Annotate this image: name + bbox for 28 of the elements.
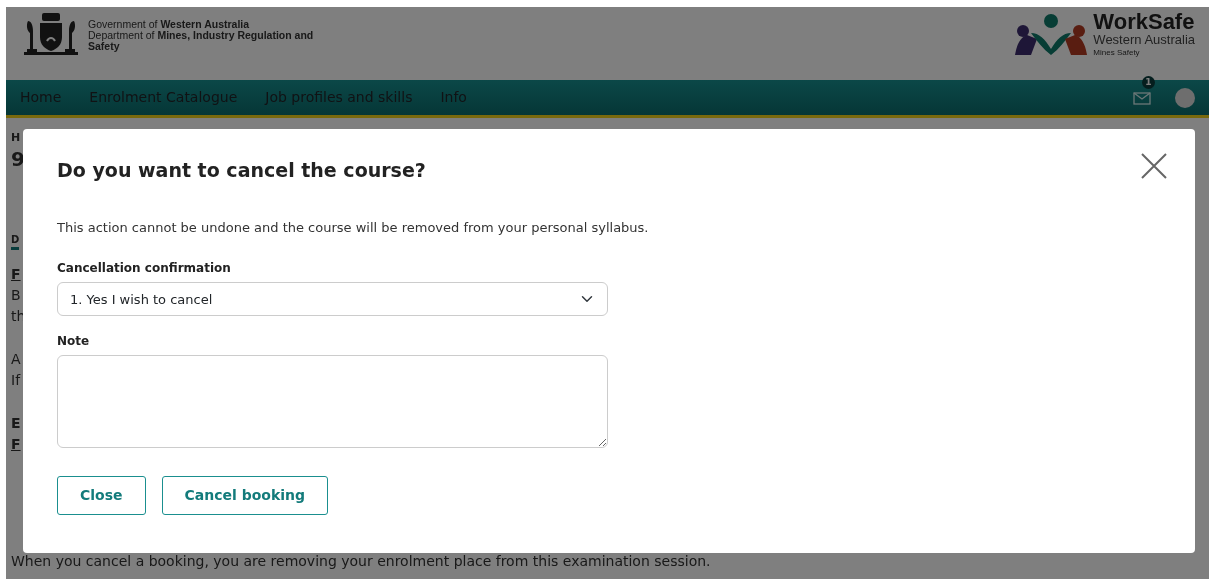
- page-text: B: [11, 287, 21, 303]
- notification-badge: 1: [1142, 75, 1155, 89]
- dialog-message: This action cannot be undone and the course will be removed from your personal syllabus.: [57, 218, 650, 237]
- paragraph-text: When you cancel a booking, you are removing your enrolment place from this examination session.: [11, 553, 711, 569]
- field-label: Note: [57, 333, 91, 351]
- government-text: Government of Western Australia: [88, 19, 251, 30]
- page-text: H: [11, 131, 21, 144]
- page-text: F: [11, 266, 21, 282]
- brand-region: Western Australia: [1093, 33, 1195, 46]
- mail-icon[interactable]: [1133, 91, 1151, 105]
- dialog-button[interactable]: Close: [57, 476, 146, 516]
- page-text: A: [11, 351, 21, 367]
- brand-subtitle: Mines Safety: [1093, 49, 1141, 57]
- coat-of-arms-icon: [22, 11, 80, 56]
- brand-name: WorkSafe: [1093, 11, 1195, 33]
- field-label: Cancellation confirmation: [57, 260, 232, 278]
- page-text: If: [11, 372, 21, 388]
- note-field[interactable]: [57, 355, 608, 449]
- department-text: Department of Mines, Industry Regulation and Safety: [88, 30, 315, 52]
- avatar-icon[interactable]: [1175, 87, 1195, 108]
- close-icon[interactable]: [1141, 153, 1167, 179]
- page-text: E: [11, 415, 21, 431]
- dialog-title: Do you want to cancel the course?: [57, 159, 426, 182]
- page-text: F: [11, 436, 21, 452]
- page-text: 9: [11, 147, 25, 171]
- dialog-button[interactable]: Cancel booking: [161, 476, 329, 516]
- select-field[interactable]: 1. Yes I wish to cancel: [57, 282, 608, 317]
- page-text: D: [11, 232, 20, 250]
